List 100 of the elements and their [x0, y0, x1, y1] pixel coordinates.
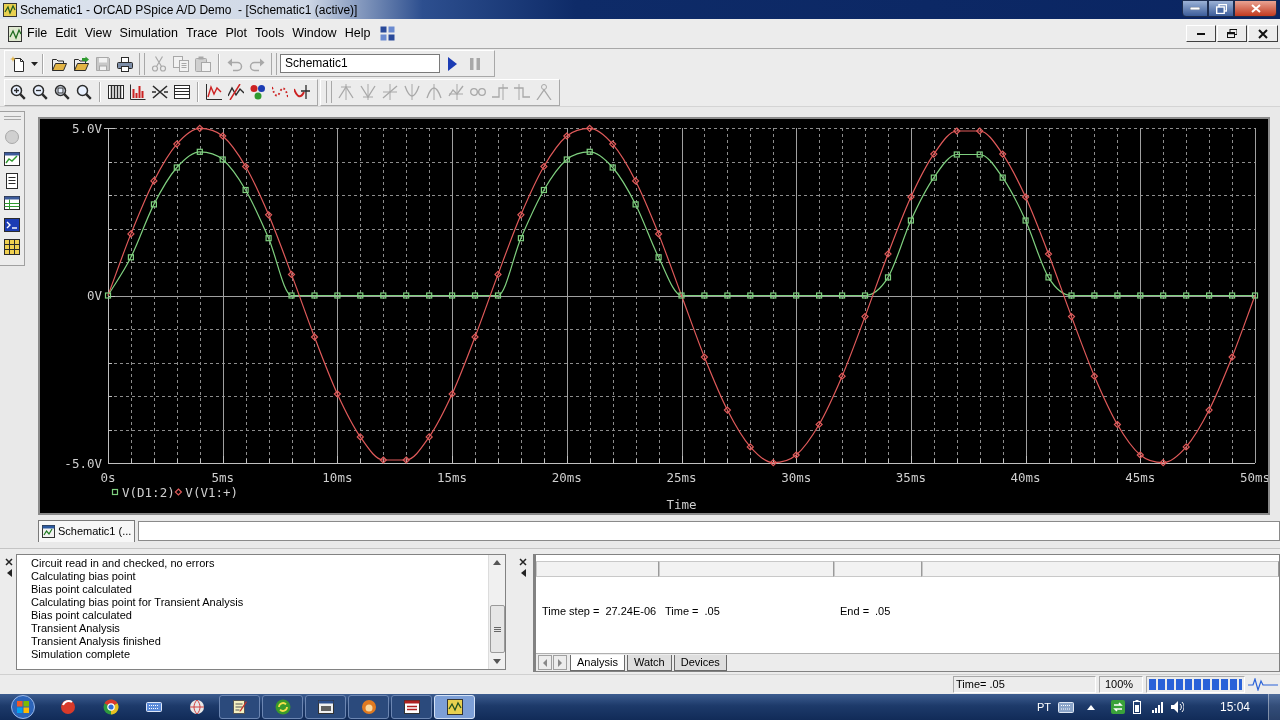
- window-title: Schematic1 - OrCAD PSpice A/D Demo - [Schematic1 (active)]: [20, 3, 358, 16]
- show-desktop-button[interactable]: [1268, 694, 1280, 720]
- taskbar-button[interactable]: [219, 695, 260, 719]
- document-list-icon[interactable]: [4, 173, 20, 189]
- x-tick-label: 40ms: [1010, 470, 1041, 485]
- menu-item[interactable]: Edit: [51, 27, 81, 40]
- x-axis-title: Time: [666, 497, 697, 512]
- panel-tab[interactable]: Analysis: [570, 655, 625, 671]
- panel-tab[interactable]: Watch: [626, 655, 672, 671]
- close-icon[interactable]: [5, 558, 13, 566]
- window-icon: [317, 699, 334, 715]
- menu-item[interactable]: Tools: [251, 27, 289, 40]
- log-line: Calculating bias point for Transient Analysis: [31, 596, 244, 609]
- taskbar-button[interactable]: [262, 695, 303, 719]
- print-icon[interactable]: [117, 55, 133, 72]
- menu-item[interactable]: Plot: [221, 27, 251, 40]
- profile-field[interactable]: Schematic1: [280, 54, 440, 73]
- menu-item[interactable]: Simulation: [115, 27, 182, 40]
- legend-label: V(D1:2): [122, 484, 175, 500]
- new-document-icon[interactable]: [10, 55, 26, 72]
- minimize-icon: [1190, 7, 1200, 10]
- caret-left-icon[interactable]: [520, 569, 526, 577]
- up-arrow-icon[interactable]: [493, 560, 501, 565]
- zoom-area-icon[interactable]: [54, 84, 70, 100]
- minimize-button[interactable]: [1182, 0, 1208, 17]
- color-dots-icon[interactable]: [250, 84, 266, 100]
- grid-icon[interactable]: [4, 239, 20, 255]
- waveform-icon: [1248, 678, 1278, 691]
- menu-item[interactable]: File: [23, 27, 52, 40]
- y-tick-label: 5.0V: [71, 120, 102, 136]
- circular-arrows-icon: [274, 699, 291, 715]
- zoom-out-icon[interactable]: [32, 84, 48, 100]
- window-grid-icon[interactable]: [380, 26, 396, 41]
- taskbar-button[interactable]: [391, 695, 432, 719]
- play-icon[interactable]: [447, 56, 457, 71]
- caret-left-icon[interactable]: [6, 569, 12, 577]
- maximize-button[interactable]: [1208, 0, 1234, 17]
- folder-arrow-icon[interactable]: [73, 55, 89, 72]
- x-tick-label: 15ms: [437, 470, 468, 485]
- scroll-tab-button[interactable]: [538, 655, 552, 670]
- field-value: .05: [875, 604, 891, 618]
- caret-right-icon: [557, 658, 563, 667]
- signal-bars-icon[interactable]: [1152, 701, 1164, 713]
- battery-icon[interactable]: [1133, 700, 1142, 714]
- window-table-icon[interactable]: [4, 195, 20, 211]
- keyboard-icon[interactable]: [1058, 701, 1075, 713]
- sync-arrows-icon[interactable]: [1111, 700, 1126, 714]
- document-tab[interactable]: Schematic1 (...: [38, 520, 136, 542]
- language-indicator[interactable]: PT: [1037, 701, 1052, 713]
- field-label: Time step =: [542, 604, 600, 618]
- search-icon[interactable]: [76, 84, 92, 100]
- volume-icon[interactable]: [1171, 701, 1185, 713]
- caret-left-icon: [542, 658, 548, 667]
- dropdown-caret-icon[interactable]: [31, 61, 38, 66]
- log-line: Simulation complete: [31, 648, 131, 661]
- crossed-arrows-icon[interactable]: [152, 84, 168, 100]
- down-arrow-icon[interactable]: [493, 659, 501, 664]
- log-line: Calculating bias point: [31, 570, 136, 583]
- bar-chart-icon[interactable]: [130, 84, 146, 100]
- close-button[interactable]: [1234, 0, 1277, 17]
- taskbar-button[interactable]: [348, 695, 389, 719]
- restore-icon: [1215, 3, 1227, 14]
- window-chart-icon[interactable]: [4, 151, 20, 167]
- document-chart-icon[interactable]: [8, 25, 22, 42]
- circle-logo-icon[interactable]: [102, 699, 119, 715]
- panel-tab[interactable]: Devices: [673, 655, 727, 671]
- menu-item[interactable]: Trace: [181, 27, 222, 40]
- slashed-waveform-icon[interactable]: [228, 84, 244, 100]
- menu-item[interactable]: View: [80, 27, 116, 40]
- close-icon: [1258, 28, 1268, 39]
- start-orb-icon[interactable]: [11, 695, 35, 719]
- menu-item[interactable]: Window: [288, 27, 341, 40]
- square-marker-icon: [111, 488, 119, 496]
- log-line: Circuit read in and checked, no errors: [31, 557, 215, 570]
- up-arrow-icon[interactable]: [1087, 704, 1096, 710]
- taskbar-button[interactable]: [305, 695, 346, 719]
- x-tick-label: 35ms: [895, 470, 926, 485]
- restore-button[interactable]: [1217, 25, 1247, 42]
- close-icon[interactable]: [519, 558, 527, 566]
- x-tick-label: 45ms: [1125, 470, 1156, 485]
- ball-icon[interactable]: [59, 699, 76, 715]
- field-label: Time =: [665, 604, 699, 618]
- keyboard-icon[interactable]: [145, 699, 162, 715]
- globe-icon[interactable]: [188, 699, 205, 715]
- y-tick-label: 0V: [86, 288, 102, 303]
- status-time: Time= .05: [953, 676, 1096, 693]
- terminal-window-icon[interactable]: [4, 217, 20, 233]
- zoom-in-icon[interactable]: [10, 84, 26, 100]
- waveform-axes-icon[interactable]: [206, 84, 222, 100]
- curve-crosshair-icon[interactable]: [294, 84, 310, 100]
- menu-item[interactable]: Help: [340, 27, 375, 40]
- legend-label: V(V1:+): [185, 484, 239, 500]
- column-bars-icon[interactable]: [108, 84, 124, 100]
- scroll-tab-button[interactable]: [553, 655, 567, 670]
- x-tick-label: 25ms: [666, 470, 697, 485]
- clock[interactable]: 15:04: [1210, 701, 1260, 713]
- log-line: Bias point calculated: [31, 583, 132, 596]
- dotted-curve-icon[interactable]: [272, 84, 288, 100]
- scrollbar-thumb[interactable]: [489, 605, 505, 653]
- table-icon[interactable]: [174, 84, 190, 100]
